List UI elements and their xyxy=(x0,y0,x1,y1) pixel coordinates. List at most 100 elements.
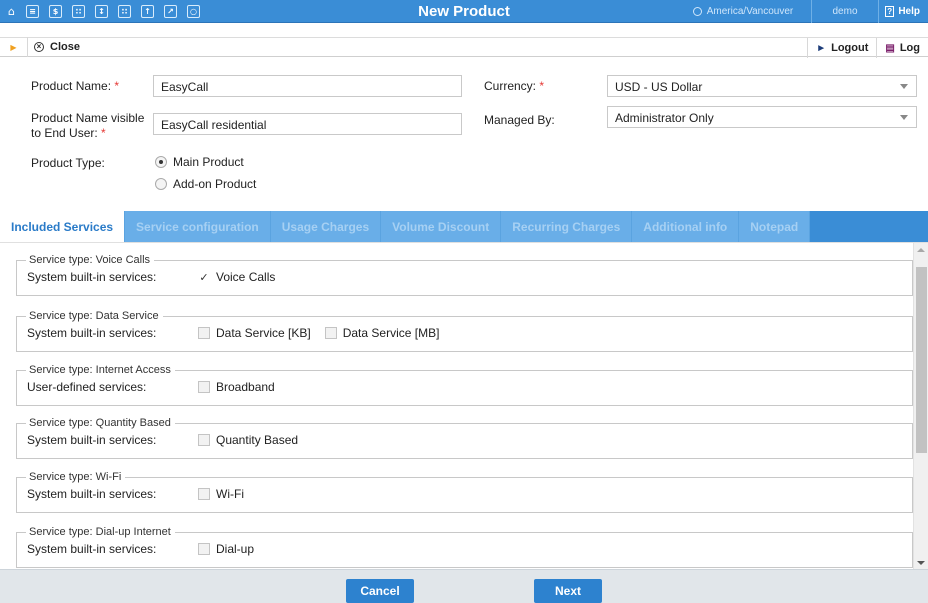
service-group-legend: Service type: Internet Access xyxy=(26,364,175,376)
list-icon[interactable]: ≡ xyxy=(26,4,39,18)
product-form: Product Name: * EasyCall Product Name vi… xyxy=(0,58,928,211)
top-icon-bar: ⌂ ≡ $ ∷ ↕ ∷ ↑ ↗ ○ xyxy=(0,0,210,23)
product-name-label: Product Name: * xyxy=(31,79,119,93)
tab-additional-info[interactable]: Additional info xyxy=(632,211,740,242)
service-group-wifi: Service type: Wi-Fi System built-in serv… xyxy=(16,471,913,513)
managed-by-value: Administrator Only xyxy=(615,111,714,125)
user-link[interactable]: demo xyxy=(811,0,878,23)
scroll-down-icon[interactable] xyxy=(917,561,925,565)
currency-label: Currency: * xyxy=(484,79,544,93)
chart-icon[interactable]: ↗ xyxy=(164,4,177,18)
data-service-mb-label: Data Service [MB] xyxy=(342,326,440,340)
service-row-label: System built-in services: xyxy=(27,270,157,284)
tab-bar: Included Services Service configuration … xyxy=(0,211,928,242)
upload-icon[interactable]: ↑ xyxy=(141,4,154,18)
currency-value: USD - US Dollar xyxy=(615,80,703,94)
required-mark: * xyxy=(539,79,545,93)
managed-by-select[interactable]: Administrator Only xyxy=(607,106,917,128)
expand-arrow-icon[interactable]: ▶ xyxy=(0,37,28,57)
log-button[interactable]: ▤ Log xyxy=(876,38,928,58)
main-product-radio[interactable]: Main Product xyxy=(155,155,244,169)
close-label: Close xyxy=(50,41,80,53)
dialup-label: Dial-up xyxy=(216,542,255,556)
checkbox-box xyxy=(198,381,210,393)
product-type-label: Product Type: xyxy=(31,156,105,170)
wifi-label: Wi-Fi xyxy=(216,487,244,501)
service-group-legend: Service type: Voice Calls xyxy=(26,254,155,266)
currency-label-text: Currency: xyxy=(484,79,537,93)
tab-usage-charges[interactable]: Usage Charges xyxy=(270,211,382,242)
voice-calls-label: Voice Calls xyxy=(216,270,276,284)
service-group-voice-calls: Service type: Voice Calls System built-i… xyxy=(16,254,913,296)
product-name-label-text: Product Name: xyxy=(31,79,112,93)
main-product-label: Main Product xyxy=(173,155,244,169)
checkbox-box xyxy=(198,543,210,555)
broadband-checkbox[interactable]: Broadband xyxy=(198,380,275,394)
quantity-based-checkbox[interactable]: Quantity Based xyxy=(198,433,298,447)
chevron-down-icon xyxy=(900,84,908,89)
cancel-button[interactable]: Cancel xyxy=(346,579,414,603)
help-icon: ? xyxy=(885,6,895,17)
product-name-visible-input[interactable]: EasyCall residential xyxy=(153,113,462,135)
numbers-icon[interactable]: ∷ xyxy=(118,4,131,18)
phone-icon[interactable]: ↕ xyxy=(95,4,108,18)
service-group-legend: Service type: Dial-up Internet xyxy=(26,526,175,538)
scrollbar-thumb[interactable] xyxy=(916,267,927,453)
currency-select[interactable]: USD - US Dollar xyxy=(607,75,917,97)
next-button[interactable]: Next xyxy=(534,579,602,603)
data-service-mb-checkbox[interactable]: Data Service [MB] xyxy=(324,326,440,340)
checkbox-box xyxy=(198,488,210,500)
data-service-kb-checkbox[interactable]: Data Service [KB] xyxy=(198,326,311,340)
home-icon[interactable]: ⌂ xyxy=(3,3,20,20)
addon-product-label: Add-on Product xyxy=(173,177,257,191)
broadband-label: Broadband xyxy=(216,380,275,394)
search-icon[interactable]: ○ xyxy=(187,4,200,18)
voice-calls-checkbox[interactable]: ✓ Voice Calls xyxy=(198,270,275,284)
required-mark: * xyxy=(114,79,120,93)
log-label: Log xyxy=(899,42,920,54)
service-group-internet-access: Service type: Internet Access User-defin… xyxy=(16,364,913,406)
timezone-label: America/Vancouver xyxy=(706,6,794,17)
chevron-down-icon xyxy=(900,115,908,120)
service-group-legend: Service type: Wi-Fi xyxy=(26,471,126,483)
addon-product-radio[interactable]: Add-on Product xyxy=(155,177,256,191)
scroll-up-icon[interactable] xyxy=(917,248,925,252)
wifi-checkbox[interactable]: Wi-Fi xyxy=(198,487,244,501)
checkbox-box xyxy=(198,327,210,339)
grid-icon[interactable]: ∷ xyxy=(72,4,85,18)
managed-by-label: Managed By: xyxy=(484,113,555,127)
logout-button[interactable]: ► Logout xyxy=(807,38,876,58)
tab-recurring-charges[interactable]: Recurring Charges xyxy=(501,211,633,242)
close-icon: × xyxy=(34,42,44,52)
required-mark: * xyxy=(101,126,106,140)
product-name-visible-label: Product Name visible to End User: * xyxy=(31,111,144,141)
service-group-quantity-based: Service type: Quantity Based System buil… xyxy=(16,417,913,459)
product-name-visible-label-line1: Product Name visible xyxy=(31,111,145,125)
tab-service-configuration[interactable]: Service configuration xyxy=(125,211,271,242)
service-group-legend: Service type: Quantity Based xyxy=(26,417,175,429)
tab-included-services[interactable]: Included Services xyxy=(0,211,126,242)
timezone-link[interactable]: America/Vancouver xyxy=(675,0,811,23)
dollar-icon[interactable]: $ xyxy=(49,4,62,18)
logout-icon: ► xyxy=(816,42,827,54)
service-group-legend: Service type: Data Service xyxy=(26,310,163,322)
help-link[interactable]: ? Help xyxy=(878,0,928,23)
user-label: demo xyxy=(832,6,858,17)
data-service-kb-label: Data Service [KB] xyxy=(216,326,311,340)
service-group-data-service: Service type: Data Service System built-… xyxy=(16,310,913,352)
service-group-dialup: Service type: Dial-up Internet System bu… xyxy=(16,526,913,568)
quantity-based-label: Quantity Based xyxy=(216,433,299,447)
tab-notepad[interactable]: Notepad xyxy=(739,211,811,242)
dialup-checkbox[interactable]: Dial-up xyxy=(198,542,254,556)
close-button[interactable]: × Close xyxy=(28,41,80,53)
clock-icon xyxy=(692,7,702,16)
included-services-panel: Service type: Voice Calls System built-i… xyxy=(0,242,928,569)
checkbox-box xyxy=(324,327,337,339)
vertical-scrollbar[interactable] xyxy=(913,243,928,569)
service-row-label: System built-in services: xyxy=(27,487,157,501)
toolbar: ▶ × Close ► Logout ▤ Log xyxy=(0,37,928,58)
tab-bar-fill xyxy=(810,211,928,242)
tab-volume-discount[interactable]: Volume Discount xyxy=(381,211,502,242)
product-name-input[interactable]: EasyCall xyxy=(153,75,462,97)
top-bar: ⌂ ≡ $ ∷ ↕ ∷ ↑ ↗ ○ New Product America/Va… xyxy=(0,0,928,23)
